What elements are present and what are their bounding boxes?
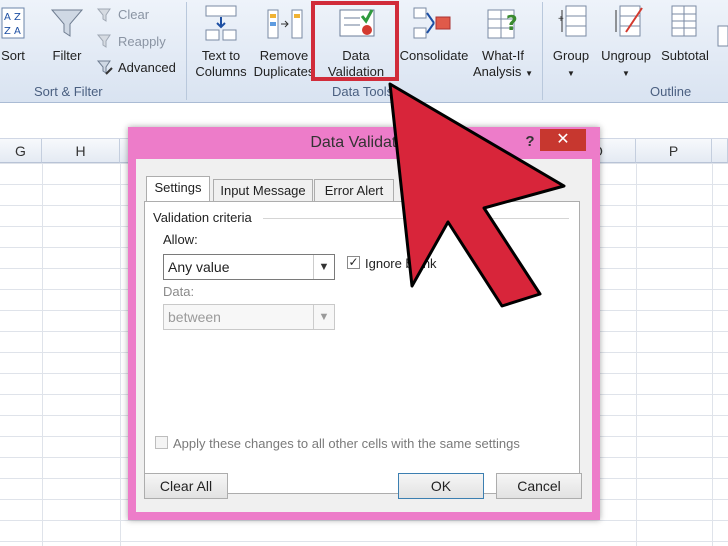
pointer-arrow-icon [388,82,566,308]
